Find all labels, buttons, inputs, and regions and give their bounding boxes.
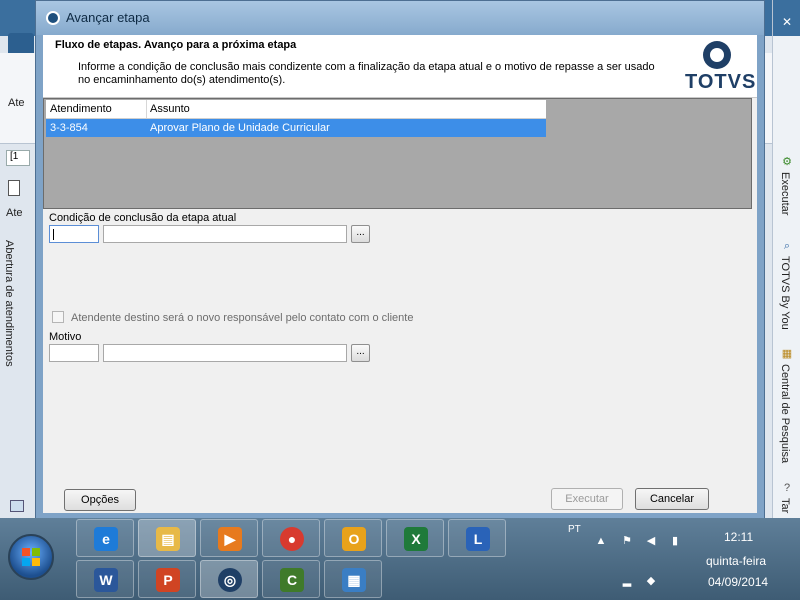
cell-atendimento: 3-3-854 (50, 122, 88, 134)
search-icon: ⌕ (783, 240, 791, 252)
cell-assunto: Aprovar Plano de Unidade Curricular (150, 122, 330, 134)
column-header-atendimento[interactable]: Atendimento (50, 103, 112, 115)
lync-icon: L (466, 527, 490, 551)
condition-description-input[interactable] (103, 225, 347, 243)
executar-button[interactable]: Executar (551, 488, 623, 510)
dialog-body: Fluxo de etapas. Avanço para a próxima e… (43, 35, 757, 513)
right-panel-label: TOTVS By You (779, 256, 791, 330)
totvs-logo-text: TOTVS (685, 71, 757, 93)
document-icon[interactable] (8, 180, 20, 196)
start-button[interactable] (8, 534, 54, 580)
control-panel-icon: ▦ (342, 568, 366, 592)
right-panel-item-executar[interactable]: ⚙ Executar (773, 156, 800, 236)
motivo-lookup-button[interactable]: ... (351, 344, 370, 362)
condition-lookup-button[interactable]: ... (351, 225, 370, 243)
outlook-icon: O (342, 527, 366, 551)
cancelar-button[interactable]: Cancelar (635, 488, 709, 510)
dropbox-icon[interactable]: ◆ (644, 574, 658, 588)
taskbar-file-explorer[interactable]: ▤ (138, 519, 196, 557)
dialog-title: Avançar etapa (66, 10, 150, 25)
camtasia-icon: C (280, 568, 304, 592)
dialog-header: Fluxo de etapas. Avanço para a próxima e… (43, 35, 757, 98)
right-panel-label: Tar (779, 498, 791, 514)
power-icon[interactable]: ▮ (668, 534, 682, 548)
condition-label: Condição de conclusão da etapa atual (49, 212, 237, 224)
dialog-footer: Opções Executar Cancelar (43, 475, 757, 513)
column-header-assunto[interactable]: Assunto (150, 103, 190, 115)
totvs-logo: TOTVS (683, 39, 757, 95)
background-blue-tab[interactable] (8, 33, 34, 53)
windows-logo-icon (22, 548, 40, 566)
taskbar-excel[interactable]: X (386, 519, 444, 557)
right-panel-titlebar: ✕ (773, 0, 800, 36)
opcoes-button[interactable]: Opções (64, 489, 136, 511)
app-icon (46, 11, 60, 25)
motivo-code-input[interactable] (49, 344, 99, 362)
header-title: Fluxo de etapas. Avanço para a próxima e… (55, 39, 297, 51)
taskbar-camtasia[interactable]: C (262, 560, 320, 598)
text-caret (53, 229, 54, 240)
taskbar-totvs[interactable]: ◎ (200, 560, 258, 598)
word-icon: W (94, 568, 118, 592)
responsavel-checkbox-label: Atendente destino será o novo responsáve… (71, 312, 414, 324)
taskbar-powerpoint[interactable]: P (138, 560, 196, 598)
help-icon: ? (783, 482, 791, 494)
table-row[interactable]: 3-3-854 Aprovar Plano de Unidade Curricu… (46, 119, 546, 137)
folder-icon: ▤ (156, 527, 180, 551)
header-description: Informe a condição de conclusão mais con… (78, 61, 655, 86)
taskbar-outlook[interactable]: O (324, 519, 382, 557)
column-separator (146, 100, 147, 118)
right-panel-item-tar[interactable]: ? Tar (773, 482, 800, 518)
excel-icon: X (404, 527, 428, 551)
gear-icon: ⚙ (782, 156, 792, 168)
system-tray: PT ▲ ⚑ ◀ ▮ ▂ ◆ 12:11 quinta-feira 04/09/… (560, 518, 800, 600)
avancar-etapa-dialog: Avançar etapa Fluxo de etapas. Avanço pa… (35, 0, 765, 520)
table-header: Atendimento Assunto (46, 100, 546, 119)
right-panel-label: Executar (779, 172, 791, 216)
clock-date[interactable]: 04/09/2014 (708, 575, 768, 589)
background-label-1: Ate (8, 97, 25, 109)
windows-taskbar: e ▤ ▶ ● O X L W P ◎ C ▦ PT ▲ ⚑ ◀ ▮ ▂ ◆ 1… (0, 518, 800, 600)
motivo-description-input[interactable] (103, 344, 347, 362)
atendimentos-table[interactable]: Atendimento Assunto 3-3-854 Aprovar Plan… (43, 98, 752, 209)
right-side-panel: ✕ ⚙ Executar ⌕ TOTVS By You ▦ Central de… (772, 0, 800, 518)
taskbar-media-player[interactable]: ▶ (200, 519, 258, 557)
background-tab[interactable]: [1 (6, 150, 30, 166)
right-panel-item-central-de-pesquisa[interactable]: ▦ Central de Pesquisa (773, 348, 800, 468)
background-label-2: Ate (6, 207, 23, 219)
grid-icon: ▦ (781, 348, 793, 360)
taskbar-chrome[interactable]: ● (262, 519, 320, 557)
taskbar-word[interactable]: W (76, 560, 134, 598)
right-panel-label: Central de Pesquisa (779, 364, 791, 464)
responsavel-checkbox[interactable] (52, 311, 64, 323)
totvs-icon: ◎ (218, 568, 242, 592)
show-hidden-icons-icon[interactable]: ▲ (594, 534, 608, 548)
internet-explorer-icon: e (94, 527, 118, 551)
monitor-icon[interactable] (10, 500, 24, 512)
volume-icon[interactable]: ◀ (644, 534, 658, 548)
condition-code-input[interactable] (49, 225, 99, 243)
network-icon[interactable]: ▂ (620, 574, 634, 588)
dialog-titlebar[interactable]: Avançar etapa (36, 1, 764, 35)
taskbar-control-panel[interactable]: ▦ (324, 560, 382, 598)
language-indicator[interactable]: PT (568, 524, 581, 535)
vertical-panel-label[interactable]: Abertura de atendimentos (3, 240, 15, 367)
clock-weekday[interactable]: quinta-feira (706, 554, 766, 568)
action-center-icon[interactable]: ⚑ (620, 534, 634, 548)
powerpoint-icon: P (156, 568, 180, 592)
totvs-logo-icon (703, 41, 731, 69)
clock-time[interactable]: 12:11 (724, 530, 753, 544)
close-icon[interactable]: ✕ (779, 14, 795, 30)
motivo-label: Motivo (49, 331, 82, 343)
media-player-icon: ▶ (218, 527, 242, 551)
taskbar-lync[interactable]: L (448, 519, 506, 557)
chrome-icon: ● (280, 527, 304, 551)
taskbar-internet-explorer[interactable]: e (76, 519, 134, 557)
right-panel-item-totvs-by-you[interactable]: ⌕ TOTVS By You (773, 240, 800, 340)
